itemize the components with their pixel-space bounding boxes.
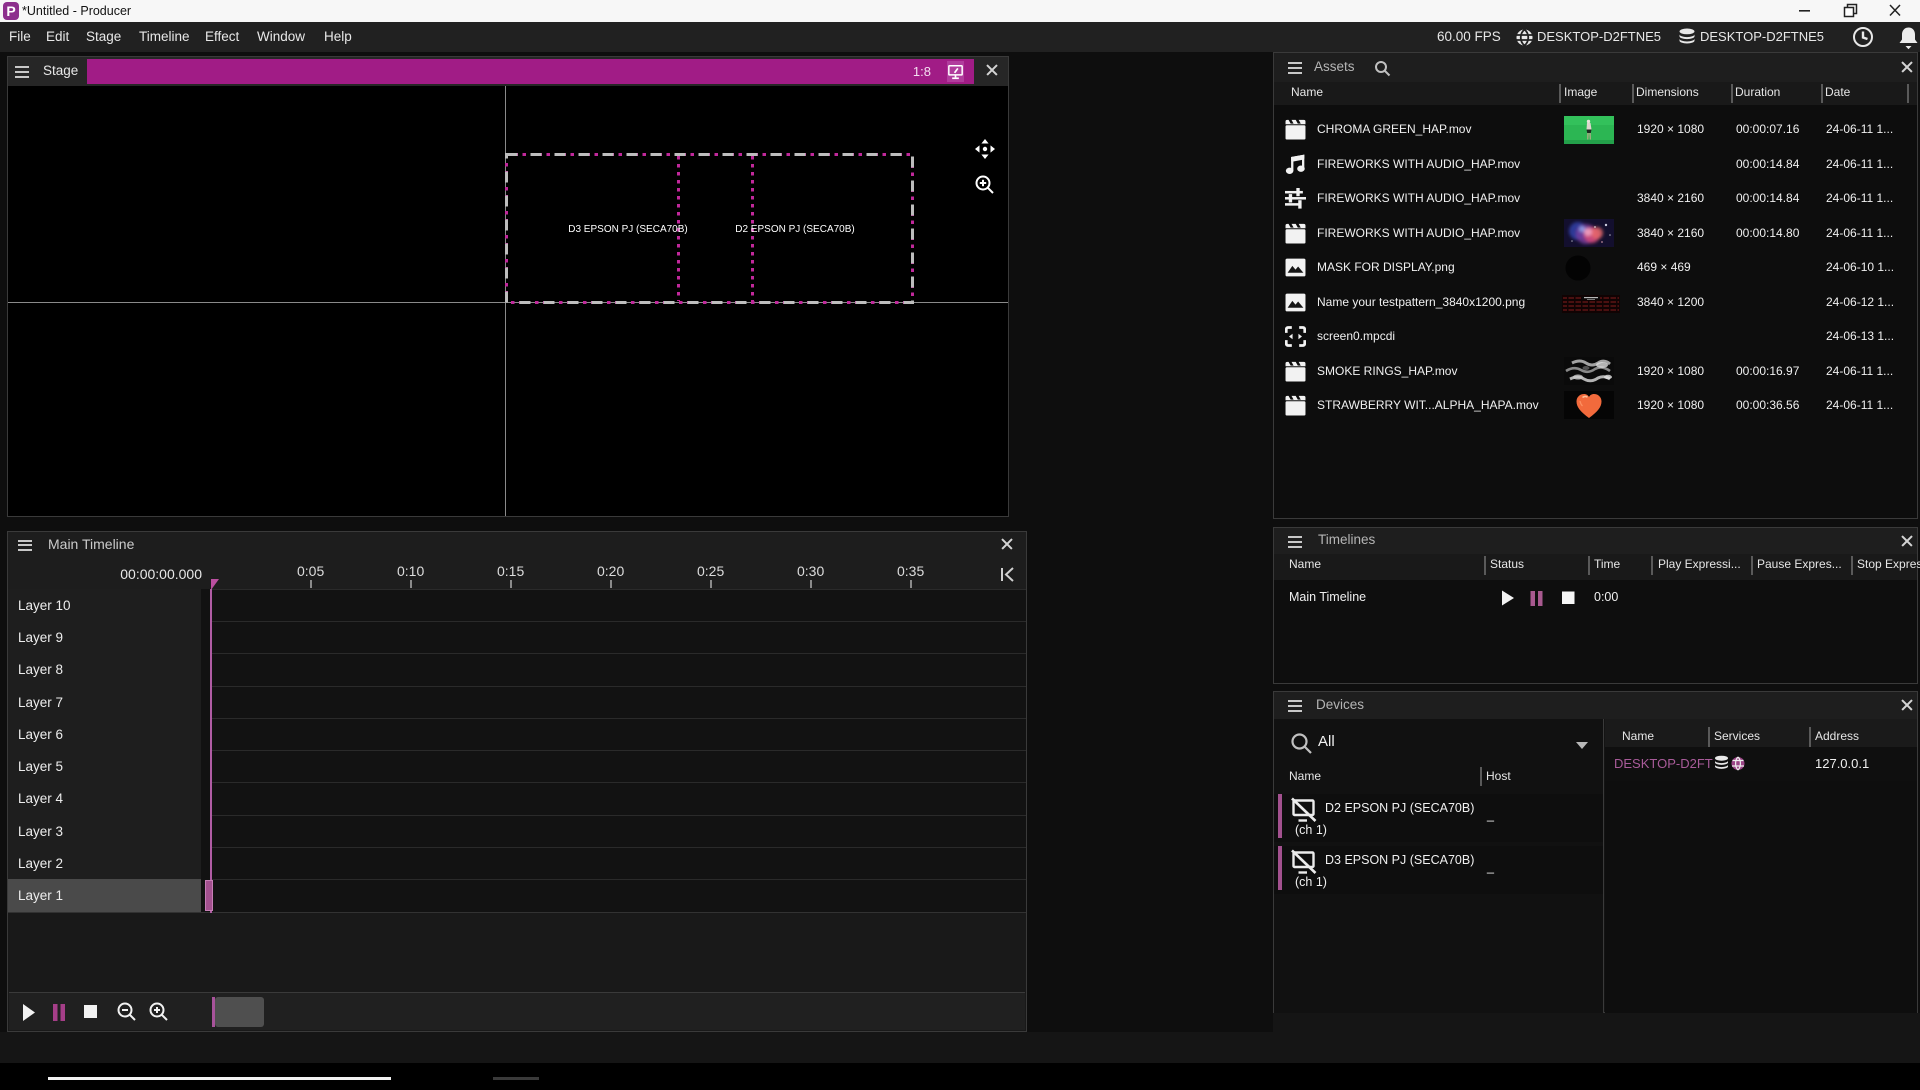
svg-text:D3 EPSON PJ (SECA70B): D3 EPSON PJ (SECA70B)	[568, 224, 687, 235]
svg-text:D2 EPSON PJ (SECA70B): D2 EPSON PJ (SECA70B)	[735, 224, 854, 235]
